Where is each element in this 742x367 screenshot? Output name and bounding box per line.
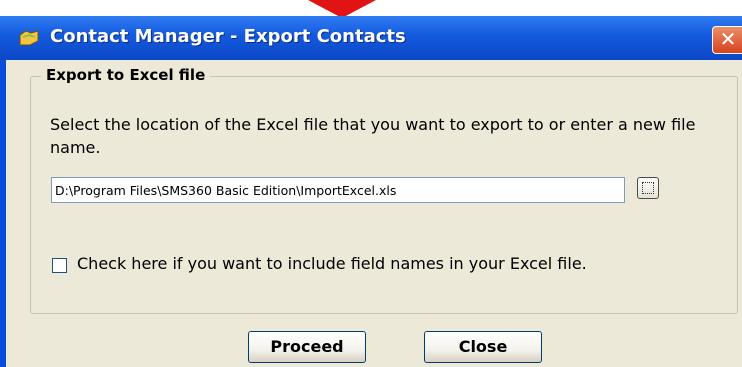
close-button[interactable]: Close xyxy=(424,331,542,363)
export-groupbox: Export to Excel file Select the location… xyxy=(30,66,738,314)
title-bar[interactable]: Contact Manager - Export Contacts ✕ xyxy=(0,16,742,60)
include-field-names-checkbox[interactable] xyxy=(52,258,67,273)
browse-button[interactable] xyxy=(637,177,659,199)
dialog-body: Export to Excel file Select the location… xyxy=(6,60,742,367)
file-path-input[interactable] xyxy=(51,177,625,203)
app-icon xyxy=(19,30,39,46)
close-icon[interactable]: ✕ xyxy=(712,26,742,54)
groupbox-legend: Export to Excel file xyxy=(41,66,211,84)
browse-icon xyxy=(642,182,654,194)
instruction-text: Select the location of the Excel file th… xyxy=(50,115,696,157)
window-title: Contact Manager - Export Contacts xyxy=(50,26,406,47)
dialog-window: Contact Manager - Export Contacts ✕ Expo… xyxy=(0,16,742,367)
proceed-button[interactable]: Proceed xyxy=(248,331,366,363)
include-field-names-label[interactable]: Check here if you want to include field … xyxy=(77,254,587,273)
